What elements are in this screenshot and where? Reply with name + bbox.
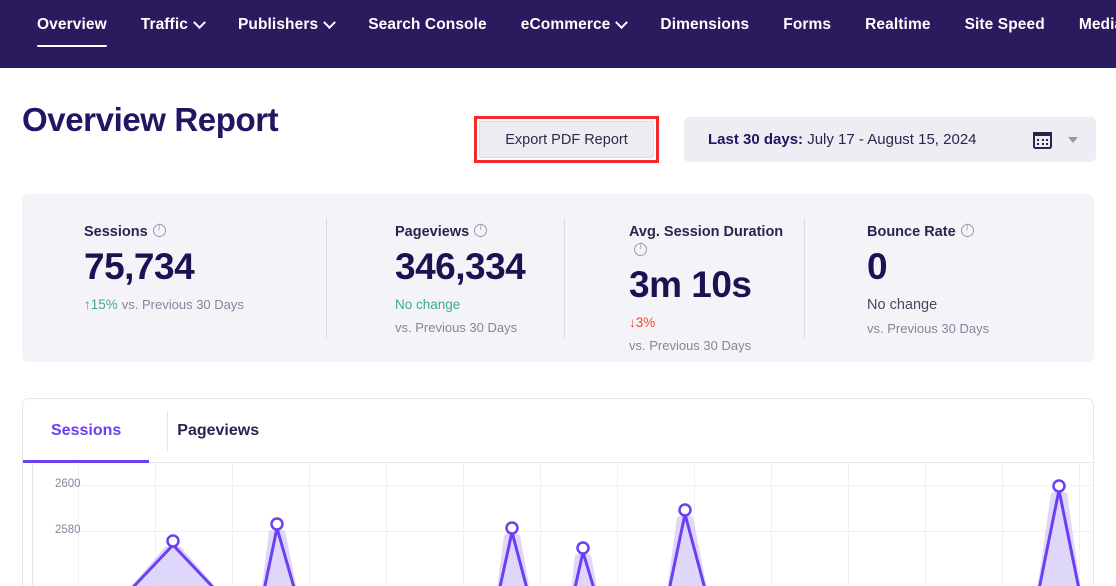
- stat-change: ↓3%: [629, 313, 785, 333]
- calendar-dot: [1046, 139, 1048, 141]
- info-icon[interactable]: [960, 223, 974, 237]
- stat-change-arrow: ↑: [84, 296, 91, 312]
- stat-change-arrow: ↓: [629, 314, 636, 330]
- stat-comparison: vs. Previous 30 Days: [629, 337, 752, 353]
- nav-item-traffic[interactable]: Traffic: [124, 0, 221, 40]
- chevron-down-icon: [193, 15, 206, 29]
- stat-label: Avg. Session Duration: [629, 224, 784, 240]
- nav-item-forms[interactable]: Forms: [766, 0, 848, 40]
- nav-label: Publishers: [237, 16, 319, 33]
- date-range-text: Last 30 days: July 17 - August 15, 2024: [708, 131, 977, 148]
- nav-label: Realtime: [865, 16, 931, 33]
- stat-label-row: Pageviews: [395, 222, 545, 242]
- stat-card-bounce-rate: Bounce Rate 0 No change vs. Previous 30 …: [805, 194, 1050, 362]
- stat-label: Pageviews: [395, 224, 470, 240]
- sessions-chart[interactable]: 2600 2580: [23, 463, 1093, 586]
- chevron-down-icon: [615, 15, 629, 29]
- nav-item-ecommerce[interactable]: eCommerce: [504, 0, 644, 40]
- date-range-selector[interactable]: Last 30 days: July 17 - August 15, 2024: [684, 117, 1096, 162]
- nav-label: Dimensions: [660, 16, 750, 33]
- stats-summary-card: Sessions 75,734 ↑15%vs. Previous 30 Days…: [22, 194, 1094, 362]
- stat-card-sessions: Sessions 75,734 ↑15%vs. Previous 30 Days: [22, 194, 327, 362]
- stat-label-row: Avg. Session Duration: [629, 222, 785, 260]
- nav-item-publishers[interactable]: Publishers: [221, 0, 351, 40]
- tab-sessions[interactable]: Sessions: [23, 399, 150, 463]
- calendar-icon[interactable]: [1033, 130, 1052, 149]
- chart-marker: [1052, 479, 1066, 493]
- chart-gridlines-horizontal: [55, 485, 1093, 532]
- export-pdf-highlight: Export PDF Report: [474, 116, 659, 163]
- nav-label: Site Speed: [964, 16, 1045, 33]
- stat-card-pageviews: Pageviews 346,334 No change vs. Previous…: [327, 194, 565, 362]
- chevron-down-icon[interactable]: [1068, 136, 1078, 143]
- stat-label: Sessions: [84, 224, 148, 240]
- page-root: Overview Traffic Publishers Search Conso…: [0, 0, 1116, 586]
- chevron-down-icon: [323, 15, 337, 29]
- info-icon[interactable]: [474, 223, 488, 237]
- chart-marker: [270, 517, 284, 531]
- nav-item-search-console[interactable]: Search Console: [351, 0, 504, 40]
- chart-svg: 2600 2580: [32, 463, 1093, 586]
- nav-label: Media: [1078, 16, 1116, 33]
- stat-change-value: 3%: [635, 314, 656, 330]
- stat-change: No change: [867, 296, 938, 313]
- calendar-dot: [1037, 139, 1039, 141]
- tab-label: Sessions: [51, 421, 122, 439]
- date-range-value: July 17 - August 15, 2024: [807, 131, 977, 148]
- nav-label: Overview: [37, 16, 107, 33]
- info-icon[interactable]: [634, 242, 647, 257]
- chart-markers[interactable]: [166, 479, 1066, 555]
- date-range-prefix: Last 30 days:: [708, 131, 804, 148]
- chart-ytick-2580: 2580: [55, 524, 81, 536]
- calendar-header-bar: [1033, 132, 1052, 136]
- nav-item-media[interactable]: Media: [1062, 0, 1116, 40]
- chart-ytick-2600: 2600: [55, 478, 81, 490]
- chart-panel: Sessions Pageviews 2600 2580: [22, 398, 1094, 586]
- chart-series-fill: [131, 490, 1081, 586]
- stat-value: 0: [867, 246, 888, 288]
- tab-label: Pageviews: [177, 421, 260, 439]
- stat-value: 75,734: [84, 246, 195, 288]
- top-navigation: Overview Traffic Publishers Search Conso…: [0, 0, 1116, 68]
- calendar-dot: [1046, 143, 1048, 145]
- calendar-dot: [1037, 143, 1039, 145]
- nav-item-site-speed[interactable]: Site Speed: [948, 0, 1062, 40]
- nav-label: Forms: [783, 16, 832, 33]
- nav-item-dimensions[interactable]: Dimensions: [643, 0, 766, 40]
- stat-label: Bounce Rate: [867, 224, 956, 240]
- chart-marker: [576, 541, 590, 555]
- chart-marker: [166, 534, 180, 548]
- stat-label-row: Bounce Rate: [867, 222, 1030, 242]
- chart-marker: [505, 521, 519, 535]
- page-title: Overview Report: [22, 101, 279, 138]
- nav-item-overview[interactable]: Overview: [20, 0, 124, 47]
- chart-marker: [678, 503, 692, 517]
- stat-change-value: 15%: [90, 296, 118, 312]
- export-pdf-label: Export PDF Report: [505, 131, 628, 148]
- stat-comparison: vs. Previous 30 Days: [121, 296, 244, 312]
- stat-comparison: vs. Previous 30 Days: [395, 319, 518, 335]
- chart-tabs: Sessions Pageviews: [23, 399, 1093, 463]
- tab-pageviews[interactable]: Pageviews: [149, 399, 287, 462]
- nav-label: eCommerce: [520, 16, 611, 33]
- stat-value: 3m 10s: [629, 264, 752, 306]
- nav-label: Search Console: [368, 16, 487, 33]
- stat-change: ↑15% vs. Previous 30 Days: [84, 295, 307, 315]
- calendar-dot: [1041, 139, 1044, 141]
- info-icon[interactable]: [152, 223, 166, 237]
- stat-comparison: vs. Previous 30 Days: [867, 321, 990, 337]
- nav-label: Traffic: [140, 16, 188, 33]
- stat-change: No change: [395, 296, 461, 312]
- stat-card-avg-session-duration: Avg. Session Duration 3m 10s ↓3% vs. Pre…: [565, 194, 805, 362]
- calendar-dot: [1041, 143, 1044, 145]
- stat-label-row: Sessions: [84, 222, 307, 242]
- stat-value: 346,334: [395, 246, 526, 288]
- export-pdf-button[interactable]: Export PDF Report: [479, 121, 654, 158]
- nav-item-realtime[interactable]: Realtime: [848, 0, 947, 40]
